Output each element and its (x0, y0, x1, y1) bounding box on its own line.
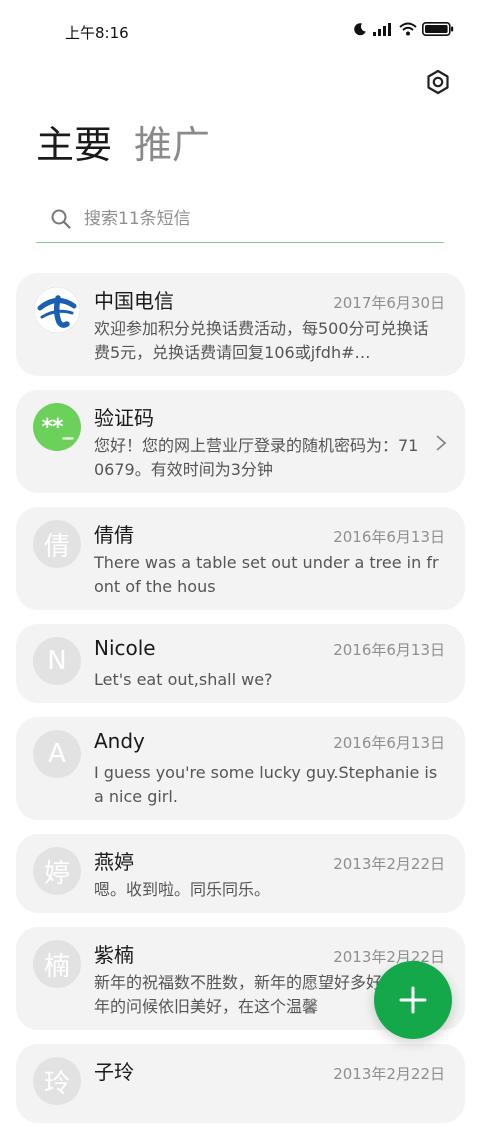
contact-name: 倩倩 (94, 523, 134, 547)
signal-icon (373, 23, 391, 36)
conversation-item[interactable]: 婷 燕婷 2013年2月22日 嗯。收到啦。同乐同乐。 (16, 834, 465, 913)
avatar (33, 286, 81, 334)
avatar: A (33, 730, 81, 778)
message-date: 2013年2月22日 (333, 855, 445, 873)
avatar: **_ (33, 403, 81, 451)
china-telecom-logo-icon (33, 286, 81, 334)
conversation-item[interactable]: 玲 子玲 2013年2月22日 (16, 1044, 465, 1123)
message-preview: 欢迎参加积分兑换话费活动，每500分可兑换话费5元，兑换话费请回复106或jfd… (94, 319, 429, 362)
wifi-icon (399, 22, 417, 36)
tab-bar: 主要 推广 (36, 122, 210, 168)
chevron-right-icon[interactable] (435, 434, 447, 452)
avatar: 倩 (33, 520, 81, 568)
avatar: 玲 (33, 1057, 81, 1105)
gear-icon (427, 69, 449, 95)
status-time: 上午8:16 (65, 24, 129, 42)
message-date: 2016年6月13日 (333, 734, 445, 752)
message-date: 2017年6月30日 (333, 294, 445, 312)
search-input[interactable] (84, 209, 384, 229)
new-message-button[interactable] (374, 961, 452, 1039)
message-preview: I guess you're some lucky guy.Stephanie … (94, 763, 438, 806)
message-preview: 您好！您的网上营业厅登录的随机密码为：710679。有效时间为3分钟 (94, 436, 419, 479)
status-icons (353, 22, 454, 36)
tab-primary[interactable]: 主要 (36, 122, 112, 168)
contact-name: 子玲 (94, 1060, 134, 1084)
conversation-item[interactable]: **_ 验证码 您好！您的网上营业厅登录的随机密码为：710679。有效时间为3… (16, 390, 465, 493)
battery-icon (422, 22, 454, 36)
conversation-item[interactable]: N Nicole 2016年6月13日 Let's eat out,shall … (16, 624, 465, 703)
message-preview: There was a table set out under a tree i… (94, 553, 439, 596)
conversation-item[interactable]: 倩 倩倩 2016年6月13日 There was a table set ou… (16, 507, 465, 610)
moon-icon (354, 23, 366, 36)
message-date: 2016年6月13日 (333, 641, 445, 659)
contact-name: 验证码 (94, 406, 154, 430)
conversation-item[interactable]: 中国电信 2017年6月30日 欢迎参加积分兑换话费活动，每500分可兑换话费5… (16, 273, 465, 376)
contact-name: 中国电信 (94, 289, 174, 313)
message-preview: Let's eat out,shall we? (94, 670, 273, 689)
search-bar[interactable] (36, 196, 444, 243)
contact-name: 紫楠 (94, 943, 134, 967)
message-date: 2016年6月13日 (333, 528, 445, 546)
contact-name: Andy (94, 729, 145, 753)
tab-promotions[interactable]: 推广 (134, 122, 210, 168)
search-icon (51, 209, 71, 229)
avatar: 婷 (33, 847, 81, 895)
status-bar: 上午8:16 (0, 0, 480, 62)
avatar: N (33, 637, 81, 685)
plus-icon (399, 986, 427, 1014)
message-preview: 嗯。收到啦。同乐同乐。 (94, 880, 271, 899)
avatar: 楠 (33, 940, 81, 988)
settings-button[interactable] (424, 68, 452, 96)
message-date: 2013年2月22日 (333, 1065, 445, 1083)
contact-name: 燕婷 (94, 850, 134, 874)
conversation-item[interactable]: A Andy 2016年6月13日 I guess you're some lu… (16, 717, 465, 820)
contact-name: Nicole (94, 636, 156, 660)
